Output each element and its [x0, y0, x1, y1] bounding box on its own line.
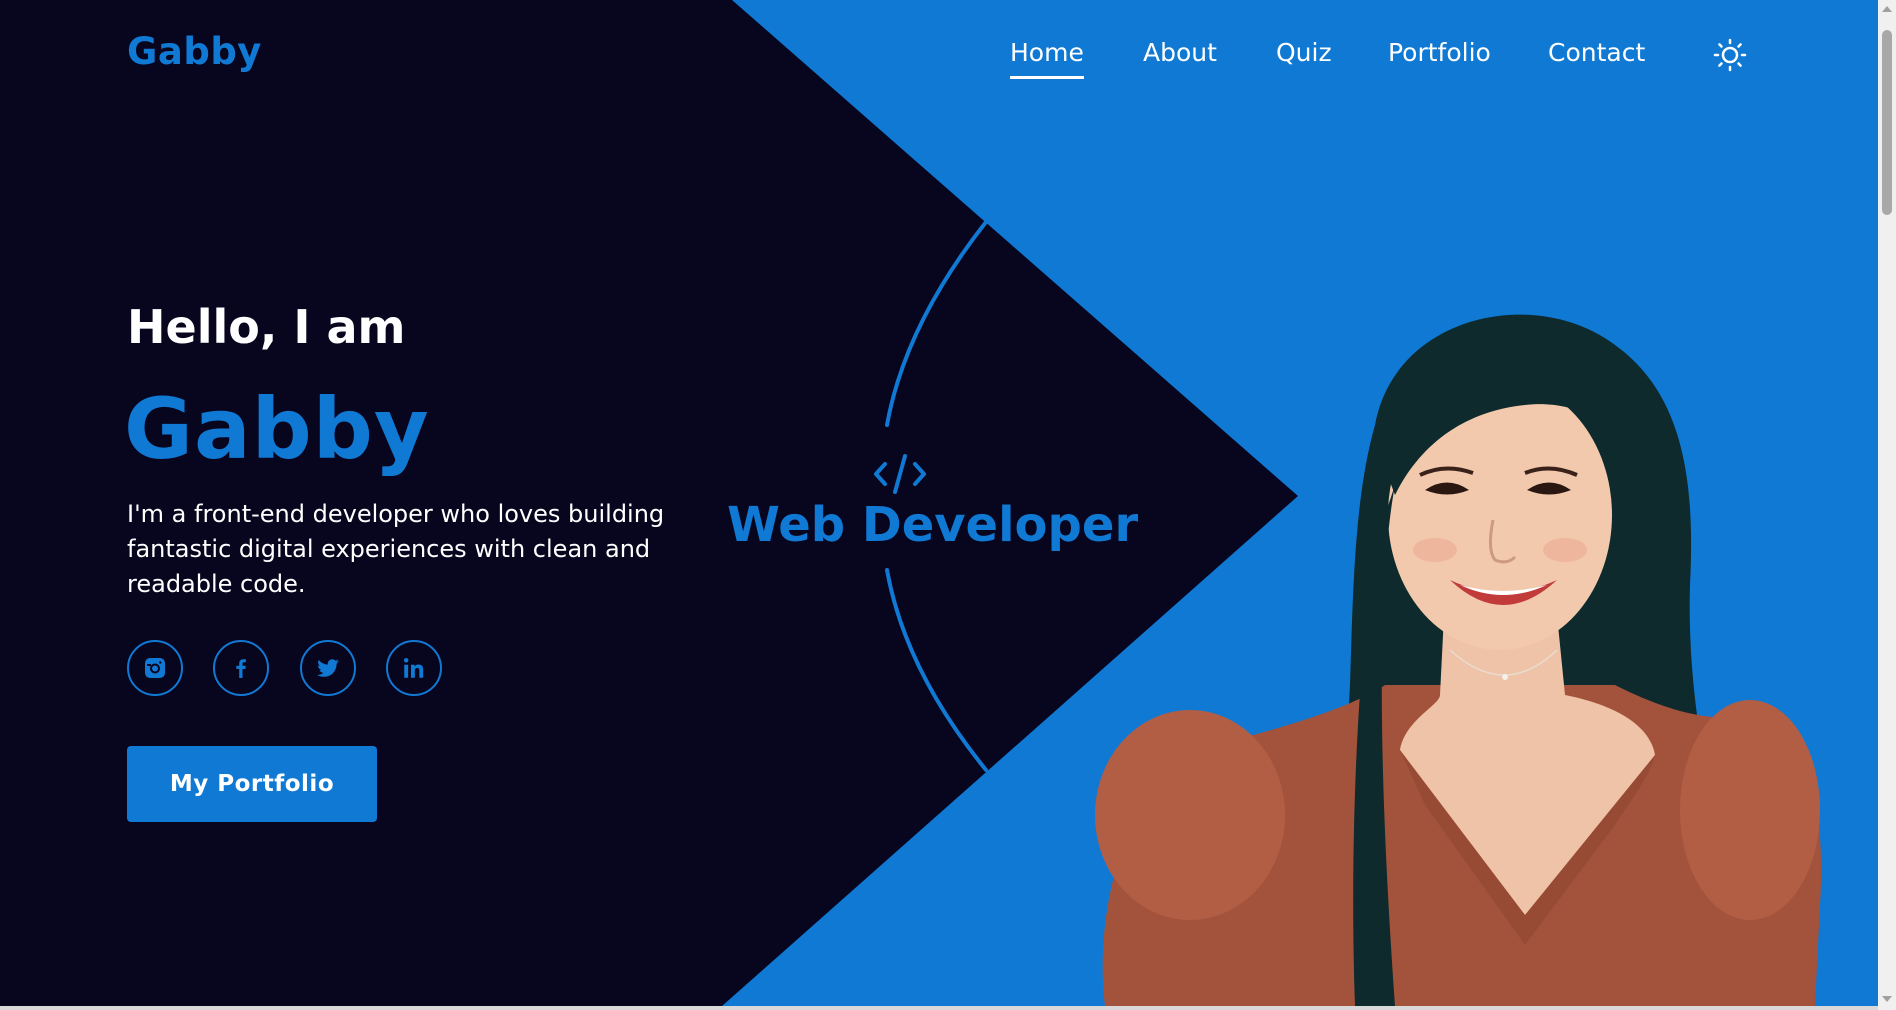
hero-name: Gabby [124, 380, 430, 478]
role-title: Web Developer [727, 497, 1139, 553]
facebook-icon [236, 659, 246, 678]
hero-greeting: Hello, I am [127, 300, 406, 354]
twitter-icon [317, 659, 339, 677]
linkedin-link[interactable] [386, 640, 442, 696]
page-bottom-edge [0, 1006, 1878, 1010]
my-portfolio-button[interactable]: My Portfolio [127, 746, 377, 822]
nav-contact[interactable]: Contact [1548, 38, 1645, 67]
nav-portfolio[interactable]: Portfolio [1388, 38, 1491, 67]
twitter-link[interactable] [300, 640, 356, 696]
profile-photo [1095, 314, 1822, 1006]
linkedin-icon [403, 658, 424, 678]
main-nav: Home About Quiz Portfolio Contact [0, 38, 1878, 88]
facebook-link[interactable] [213, 640, 269, 696]
nav-about[interactable]: About [1143, 38, 1217, 67]
vertical-scrollbar[interactable] [1878, 0, 1896, 1010]
instagram-link[interactable] [127, 640, 183, 696]
scrollbar-thumb[interactable] [1882, 30, 1892, 215]
code-icon [874, 454, 926, 494]
nav-quiz[interactable]: Quiz [1276, 38, 1332, 67]
nav-home[interactable]: Home [1010, 38, 1084, 79]
scroll-down-arrow-icon[interactable] [1882, 996, 1892, 1002]
hero-section: Gabby Home About Quiz Portfolio Contact … [0, 0, 1878, 1006]
sun-icon[interactable] [1713, 38, 1747, 72]
instagram-icon [145, 658, 165, 678]
hero-description: I'm a front-end developer who loves buil… [127, 500, 665, 598]
scroll-up-arrow-icon[interactable] [1882, 6, 1892, 12]
